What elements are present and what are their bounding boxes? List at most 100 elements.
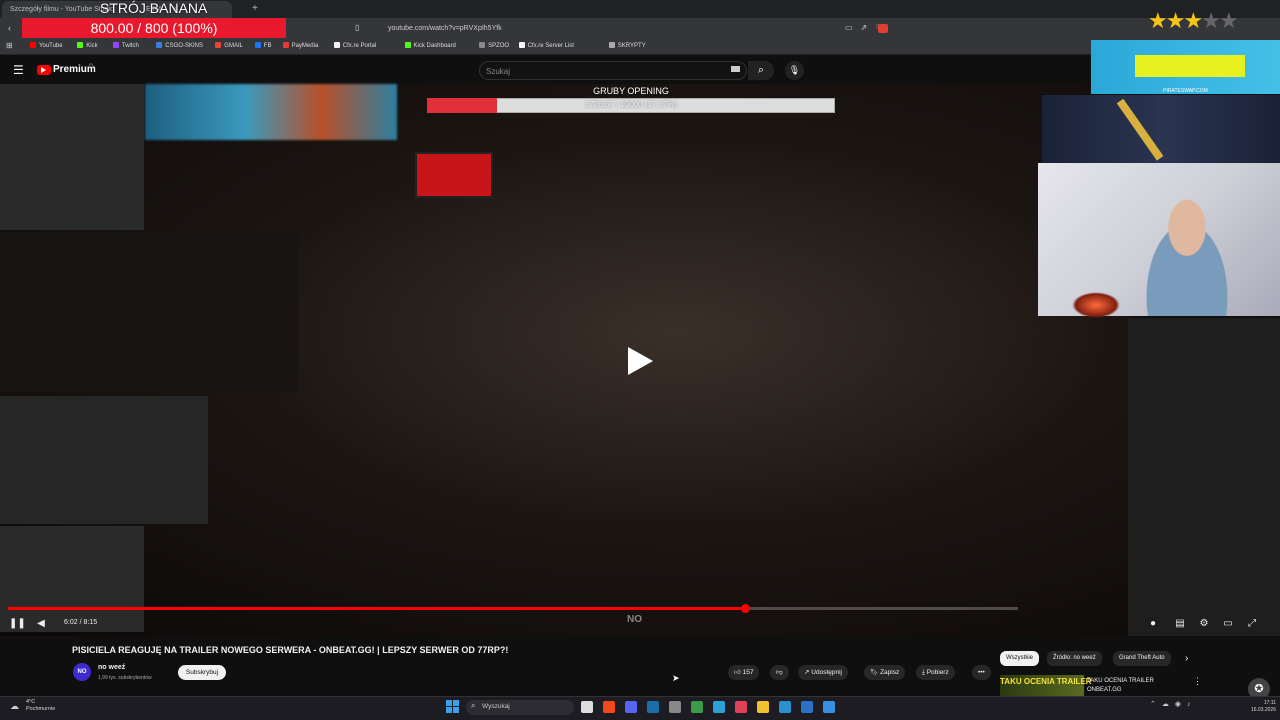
bookmark-label: Kick [86,43,98,49]
app2-icon[interactable] [823,701,835,713]
bookmark-item[interactable]: SKRYPTY [608,42,646,49]
bookmark-favicon-icon [479,42,486,48]
progress-played [8,607,746,610]
search-placeholder: Szukaj [486,67,511,76]
save-button[interactable]: 🔖︎ Zapisz [864,665,906,680]
photoshop-icon[interactable] [801,701,813,713]
video-left-scene [0,232,298,392]
windows-start-icon[interactable] [446,700,459,713]
fullscreen-icon[interactable]: ⤢ [1245,617,1259,631]
weather-icon[interactable]: ☁ [10,701,19,712]
subtitles-icon[interactable]: ▤ [1173,617,1187,631]
bookmark-item[interactable]: SPZOO [479,42,509,49]
bookmark-favicon-icon [518,42,525,48]
bookmark-favicon-icon [282,42,289,48]
system-tray-icons[interactable]: ⌃☁◉♪ [1150,700,1196,708]
bookmark-item[interactable]: CSGO-SKINS [156,42,203,49]
volume-icon[interactable]: ◀ [34,617,48,631]
bookmark-label: Cfx.re Portal [342,43,377,49]
chevron-right-icon[interactable]: › [1185,653,1188,664]
pause-icon[interactable]: ❚❚ [9,617,26,631]
keyboard-icon[interactable] [731,66,740,72]
clock-date: 16.03.2026 [1250,707,1276,713]
more-actions-button[interactable]: ••• [972,665,991,680]
share-icon: ↗ [804,669,810,676]
microphone-icon[interactable]: 🎙 [785,61,804,80]
chrome-icon[interactable] [691,701,703,713]
thumbs-up-icon: 👍︎ [734,669,741,676]
url-field[interactable]: youtube.com/watch?v=pRVXpIh5Yfk [370,22,870,35]
weather-widget[interactable]: 4°C Pochmurnie [26,699,55,713]
bookmark-favicon-icon [404,42,411,48]
notepad-icon[interactable] [713,701,725,713]
sponsor-skin-image [1135,55,1245,77]
search-input[interactable]: Szukaj [479,61,747,80]
youtube-logo-play-icon [41,67,46,73]
brave-dev-icon[interactable] [735,701,747,713]
like-button[interactable]: 👍︎ 157 [728,665,760,680]
autoplay-toggle-icon[interactable]: ● [1146,617,1160,631]
bookmark-label: FB [263,43,272,49]
bookmark-item[interactable]: Kick Dashboard [404,42,456,49]
back-icon[interactable]: ‹ [8,23,11,33]
bookmark-icon[interactable]: ▯ [355,23,359,32]
thumbs-down-icon: 👎︎ [776,669,783,676]
folder-icon[interactable] [757,701,769,713]
menu-icon[interactable]: ☰ [13,63,24,77]
video-title: PISICIELA REAGUJĘ NA TRAILER NOWEGO SERW… [72,645,509,655]
save-label: Zapisz [880,669,900,676]
bookmark-item[interactable]: Cfx.re Portal [333,42,377,49]
bookmark-label: SPZOO [488,43,510,49]
star-icon: ★ [1148,8,1168,33]
bookmark-label: PayMedia [291,43,319,49]
brave-shield-icon[interactable] [878,24,888,33]
sponsor-label: PIRATESWAP.COM [1163,88,1208,94]
brave-icon[interactable] [603,701,615,713]
search-icon[interactable]: ⌕ [748,61,774,80]
kebab-menu-icon[interactable]: ⋮ [1193,676,1202,687]
bookmark-favicon-icon [333,42,340,48]
taskbar-search[interactable]: Wyszukaj [466,700,574,715]
apps-grid-icon[interactable]: ⊞ [6,41,13,50]
edge-icon[interactable] [779,701,791,713]
bookmark-item[interactable]: GMAIL [215,42,243,49]
new-tab-button[interactable]: + [252,3,258,14]
steam-icon[interactable] [647,701,659,713]
recommended-title[interactable]: TAKU OCENIA TRAILER ONBEAT.GG [1087,677,1177,695]
discord-icon[interactable] [625,701,637,713]
play-icon[interactable] [622,344,656,378]
theater-mode-icon[interactable]: ▭ [1221,617,1235,631]
url-text: youtube.com/watch?v=pRVXpIh5Yfk [388,25,502,32]
bookmark-favicon-icon [112,42,119,48]
bookmark-favicon-icon [215,42,222,48]
bookmark-item[interactable]: FB [254,42,272,49]
channel-avatar[interactable]: NO [73,663,91,681]
bookmark-label: SKRYPTY [617,43,646,49]
bookmark-item[interactable]: Kick [77,42,98,49]
settings-icon[interactable]: ⚙ [1197,617,1211,631]
subscribe-button[interactable]: Subskrybuj [178,665,226,680]
rating-stars: ★★★★★ [1148,8,1239,34]
mouse-cursor-icon: ➤ [672,673,680,683]
dislike-button[interactable]: 👎︎ [770,665,789,680]
share-button[interactable]: ↗ Udostępnij [798,665,848,680]
bookmark-item[interactable]: YouTube [30,42,63,49]
file-explorer-icon[interactable] [581,701,593,713]
logo-region: PL [89,62,94,67]
bookmark-favicon-icon [77,42,84,48]
video-banner-image [145,84,397,140]
chip-gta[interactable]: Grand Theft Auto [1113,651,1171,666]
bookmark-item[interactable]: Cfx.re Server List [518,42,574,49]
bookmark-item[interactable]: Twitch [112,42,139,49]
bookmark-save-icon: 🔖︎ [870,669,879,676]
chip-all[interactable]: Wszystkie [1000,651,1039,666]
channel-name[interactable]: no weeź [98,664,125,671]
bookmark-favicon-icon [156,42,163,48]
download-button[interactable]: ⤓ Pobierz [916,665,955,680]
chip-source[interactable]: Źródło: no weeź [1047,651,1102,666]
recommended-thumbnail-text: TAKU OCENIA TRAILER [1000,677,1092,686]
bookmark-item[interactable]: PayMedia [282,42,319,49]
channel-watermark[interactable]: NO [627,614,642,625]
app-icon[interactable] [669,701,681,713]
taskbar-clock[interactable]: 17:11 16.03.2026 [1238,700,1276,714]
